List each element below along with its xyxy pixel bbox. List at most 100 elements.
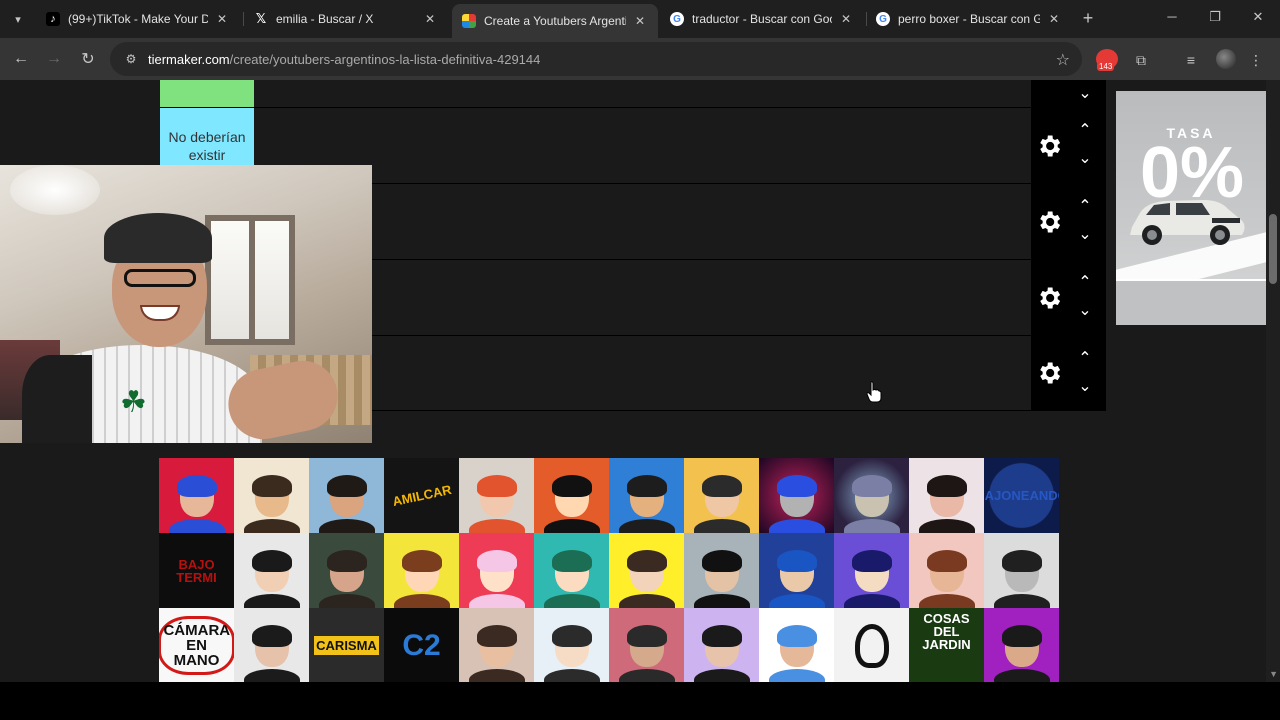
- tier-row: ⌄: [160, 80, 1106, 108]
- tab-tiktok[interactable]: ♪ (99+)TikTok - Make Your Day ✕: [36, 4, 240, 34]
- move-up-icon[interactable]: ⌃: [1075, 275, 1095, 291]
- move-up-icon[interactable]: ⌃: [1075, 351, 1095, 367]
- pool-item-neon-boy[interactable]: [984, 608, 1059, 682]
- reading-list-icon[interactable]: ≡: [1180, 49, 1202, 71]
- move-up-icon[interactable]: ⌃: [1075, 199, 1095, 215]
- pool-item-makeup-girl[interactable]: [909, 458, 984, 533]
- window-close-icon[interactable]: ✕: [1248, 9, 1268, 25]
- tab-title: perro boxer - Buscar con Google: [898, 12, 1040, 26]
- pool-item-blue-hair-girl[interactable]: [159, 458, 234, 533]
- close-icon[interactable]: ✕: [1046, 12, 1062, 26]
- person-glasses: [124, 269, 196, 287]
- tab-perro-boxer[interactable]: G perro boxer - Buscar con Google ✕: [866, 4, 1072, 34]
- pool-item-dark-hair-girl[interactable]: [234, 608, 309, 682]
- tab-search-button[interactable]: ▾: [6, 7, 30, 31]
- pool-item-boy-closeup[interactable]: [309, 533, 384, 608]
- pool-item-space-cat[interactable]: [834, 458, 909, 533]
- pool-item-cartoon-cap-kid[interactable]: [534, 608, 609, 682]
- tier-items[interactable]: [254, 80, 1031, 107]
- advertisement[interactable]: TASA 0%: [1116, 91, 1266, 325]
- tier-controls: ⌄: [1031, 80, 1106, 107]
- clover-logo: ☘: [120, 386, 147, 419]
- pool-item-cosas-del-jardin[interactable]: COSAS DEL JARDIN: [909, 608, 984, 682]
- pool-item-c2[interactable]: C2: [384, 608, 459, 682]
- profile-avatar[interactable]: [1216, 49, 1236, 69]
- pool-item-caption: AMILCAR: [390, 481, 453, 510]
- pool-item-carisma[interactable]: CARISMA: [309, 608, 384, 682]
- person-cap: [104, 213, 212, 263]
- tab-traductor[interactable]: G traductor - Buscar con Google ✕: [660, 4, 864, 34]
- pool-item-camara-en-mano[interactable]: CÁMARA EN MANO: [159, 608, 234, 682]
- settings-gear-icon[interactable]: [1035, 359, 1063, 387]
- move-up-icon[interactable]: ⌃: [1075, 123, 1095, 139]
- settings-gear-icon[interactable]: [1035, 132, 1063, 160]
- pool-item-sunglasses-guy[interactable]: [684, 533, 759, 608]
- pool-item-running-cartoon[interactable]: [609, 458, 684, 533]
- move-down-icon[interactable]: ⌄: [1075, 379, 1095, 395]
- pool-item-cartoon-glasses[interactable]: [234, 458, 309, 533]
- scroll-down-icon[interactable]: ▼: [1269, 669, 1278, 679]
- site-info-icon[interactable]: ⚙: [122, 50, 140, 68]
- pool-item-cartoon-boy[interactable]: [234, 533, 309, 608]
- figure-hair: [851, 549, 892, 572]
- close-icon[interactable]: ✕: [632, 14, 648, 28]
- restore-icon[interactable]: ❐: [1205, 9, 1225, 25]
- figure-hair: [776, 474, 817, 497]
- pool-item-circle-boy[interactable]: [759, 608, 834, 682]
- forward-icon[interactable]: →: [43, 48, 65, 70]
- tab-tiermaker[interactable]: Create a Youtubers Argentinos ✕: [452, 4, 658, 38]
- tier-label[interactable]: [160, 80, 254, 107]
- url-host: tiermaker.com: [148, 51, 230, 67]
- pool-item-hoodie-bw[interactable]: [984, 533, 1059, 608]
- minimize-icon[interactable]: ─: [1162, 9, 1182, 24]
- new-tab-button[interactable]: +: [1078, 8, 1098, 28]
- figure-body: [468, 669, 525, 682]
- pool-item-chibi-green[interactable]: [384, 533, 459, 608]
- pool-item-girl-white-top[interactable]: [459, 608, 534, 682]
- pool-item-boy-green-shirt[interactable]: [309, 458, 384, 533]
- figure-hair: [701, 474, 742, 497]
- pool-item-dino-hood[interactable]: [534, 533, 609, 608]
- pool-item-amilcar[interactable]: AMILCAR: [384, 458, 459, 533]
- move-down-icon[interactable]: ⌄: [1075, 86, 1095, 102]
- figure-hair: [776, 624, 817, 647]
- pool-item-sonic[interactable]: [759, 533, 834, 608]
- move-down-icon[interactable]: ⌄: [1075, 151, 1095, 167]
- pool-item-bajo-terapia[interactable]: BAJO TERMI: [159, 533, 234, 608]
- page-scrollbar[interactable]: ▼: [1266, 80, 1280, 682]
- settings-gear-icon[interactable]: [1035, 284, 1063, 312]
- move-down-icon[interactable]: ⌄: [1075, 303, 1095, 319]
- close-icon[interactable]: ✕: [422, 12, 438, 26]
- close-icon[interactable]: ✕: [838, 12, 854, 26]
- more-menu-icon[interactable]: ⋮: [1245, 49, 1267, 71]
- pool-item-yellow-glasses[interactable]: [609, 533, 684, 608]
- tab-title: traductor - Buscar con Google: [692, 12, 832, 26]
- logo-mark: [854, 623, 889, 668]
- pool-item-boy-yellow-bg[interactable]: [684, 458, 759, 533]
- pool-item-mouth-logo[interactable]: [834, 608, 909, 682]
- figure-hair: [251, 549, 292, 572]
- extensions-icon[interactable]: ⧉: [1130, 49, 1152, 71]
- move-down-icon[interactable]: ⌄: [1075, 227, 1095, 243]
- scrollbar-thumb[interactable]: [1269, 214, 1277, 284]
- figure-hair: [401, 549, 442, 572]
- pool-item-purple-girl[interactable]: [684, 608, 759, 682]
- reload-icon[interactable]: ↻: [77, 48, 99, 70]
- pool-item-unicorn-girl[interactable]: [459, 533, 534, 608]
- pool-item-soccer-kid[interactable]: [609, 608, 684, 682]
- figure-body: [543, 669, 600, 682]
- pool-item-avenger[interactable]: [759, 458, 834, 533]
- tab-x[interactable]: 𝕏 emilia - Buscar / X ✕: [244, 4, 448, 34]
- bookmark-star-icon[interactable]: ☆: [1056, 50, 1070, 70]
- figure-body: [318, 519, 375, 533]
- close-icon[interactable]: ✕: [214, 12, 230, 26]
- pool-item-redhead-girl[interactable]: [459, 458, 534, 533]
- pool-item-bajoneando[interactable]: BAJONEANDO: [984, 458, 1059, 533]
- pool-item-goku[interactable]: [534, 458, 609, 533]
- pool-item-cap-cartoon[interactable]: [834, 533, 909, 608]
- address-bar[interactable]: ⚙ tiermaker.com/create/youtubers-argenti…: [110, 42, 1082, 76]
- pool-item-caption: COSAS DEL JARDIN: [922, 611, 971, 652]
- back-icon[interactable]: ←: [10, 48, 32, 70]
- settings-gear-icon[interactable]: [1035, 208, 1063, 236]
- pool-item-smiling-girl[interactable]: [909, 533, 984, 608]
